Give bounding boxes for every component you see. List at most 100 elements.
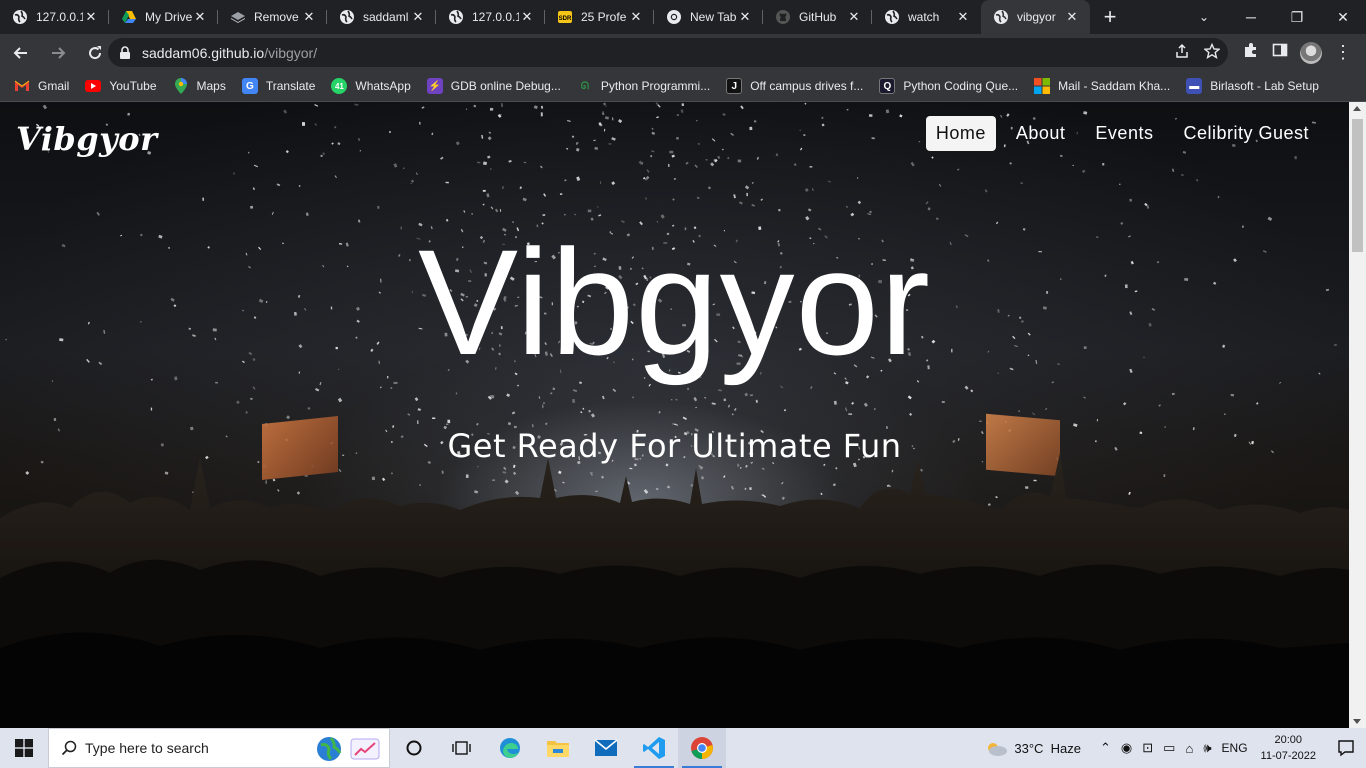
weather-widget[interactable]: 33°C Haze [984,739,1081,757]
clock[interactable]: 20:00 11-07-2022 [1261,732,1316,764]
arrow-left-icon [13,46,27,59]
notification-icon [1338,740,1354,757]
bookmark-translate[interactable]: G Translate [241,78,315,94]
menu-kebab-icon[interactable]: ⋮ [1334,42,1352,63]
close-tab-icon[interactable]: ✕ [192,9,208,25]
bookmark-label: Python Programmi... [600,79,711,93]
close-tab-icon[interactable]: ✕ [628,9,644,25]
bookmark-whatsapp[interactable]: 41 WhatsApp [331,78,411,94]
start-button[interactable] [0,728,48,768]
notifications-button[interactable] [1326,739,1366,757]
profile-avatar[interactable] [1300,41,1322,64]
url-host: saddam06.github.io [142,44,265,61]
close-tab-icon[interactable]: ✕ [955,9,971,25]
hero-subtitle: Get Ready For Ultimate Fun [447,427,902,465]
back-button[interactable] [5,37,37,69]
edge-icon [500,738,520,758]
edge-button[interactable] [486,728,534,768]
bookmark-label: GDB online Debug... [450,79,561,93]
browser-tab[interactable]: New Tab ✕ [654,0,763,34]
gdb-icon: ⚡ [426,78,443,94]
page-scrollbar[interactable] [1349,102,1366,728]
tab-title: 127.0.0.1 [472,10,519,24]
minimize-button[interactable]: ─ [1228,0,1274,34]
close-tab-icon[interactable]: ✕ [301,9,317,25]
forward-button[interactable] [42,37,74,69]
reload-button[interactable] [79,37,111,69]
network-icon[interactable]: ⌂ [1185,741,1193,756]
new-tab-button[interactable]: + [1090,0,1130,34]
bookmark-gdb[interactable]: ⚡ GDB online Debug... [426,78,561,94]
bookmark-gmail[interactable]: Gmail [14,78,69,94]
close-tab-icon[interactable]: ✕ [846,9,862,25]
bookmark-python-programming[interactable]: ᘏ Python Programmi... [577,78,711,94]
close-tab-icon[interactable]: ✕ [83,9,99,25]
bookmark-label: Maps [196,79,226,93]
globe-icon [993,9,1009,25]
scroll-up-icon[interactable] [1353,106,1361,111]
share-icon[interactable] [1174,43,1190,62]
browser-toolbar: saddam06.github.io/vibgyor/ ⋮ [0,34,1366,71]
search-icon [61,740,77,756]
close-window-button[interactable]: ✕ [1320,0,1366,34]
close-tab-icon[interactable]: ✕ [1064,9,1080,25]
bookmark-mail[interactable]: Mail - Saddam Kha... [1034,78,1170,94]
record-icon[interactable]: ◉ [1121,740,1132,756]
bookmark-maps[interactable]: Maps [173,78,226,94]
globe-icon [448,9,464,25]
j-icon: J [726,78,743,94]
browser-tab[interactable]: saddaml ✕ [327,0,436,34]
close-tab-icon[interactable]: ✕ [519,9,535,25]
browser-tab[interactable]: watch ✕ [872,0,981,34]
haze-weather-icon [988,743,1008,756]
scrollbar-thumb[interactable] [1352,119,1363,252]
tab-title: saddaml [363,10,409,24]
bookmark-off-campus[interactable]: J Off campus drives f... [726,78,863,94]
browser-tab[interactable]: SDR 25 Profe ✕ [545,0,654,34]
bookmark-star-icon[interactable] [1203,42,1221,62]
restore-button[interactable]: ❐ [1274,0,1320,34]
site-logo[interactable]: Vibgyor [16,120,157,158]
chrome-icon [691,737,713,759]
mail-button[interactable] [582,728,630,768]
chevron-up-icon[interactable]: ⌃ [1100,740,1111,756]
side-panel-icon[interactable] [1272,42,1288,63]
language-indicator[interactable]: ENG [1222,741,1248,755]
browser-tab-active[interactable]: vibgyor ✕ [981,0,1090,34]
close-tab-icon[interactable]: ✕ [410,9,426,25]
battery-icon[interactable]: ▭ [1163,740,1175,756]
taskbar-search[interactable]: Type here to search [48,728,390,768]
extensions-icon[interactable] [1242,41,1260,64]
sdr-icon: SDR [557,9,573,25]
close-tab-icon[interactable]: ✕ [737,9,753,25]
meet-now-icon[interactable]: ⊡ [1142,740,1153,756]
bookmark-birlasoft[interactable]: ▬ Birlasoft - Lab Setup [1186,78,1319,94]
nav-about[interactable]: About [1006,116,1076,151]
browser-tab[interactable]: 127.0.0.1 ✕ [436,0,545,34]
vscode-button[interactable] [630,728,678,768]
bookmark-python-coding[interactable]: Q Python Coding Que... [879,78,1018,94]
nav-home[interactable]: Home [925,116,996,151]
nav-celebrity-guest[interactable]: Celibrity Guest [1173,116,1319,151]
address-bar[interactable]: saddam06.github.io/vibgyor/ [108,38,1228,67]
volume-icon[interactable]: 🕪 [1203,740,1211,756]
task-view-button[interactable] [438,728,486,768]
site-navbar: Home About Events Celibrity Guest [916,116,1319,151]
browser-tab[interactable]: Remove ✕ [218,0,327,34]
browser-tab[interactable]: GitHub ✕ [763,0,872,34]
url-path: /vibgyor/ [264,44,318,61]
browser-tab[interactable]: 127.0.0.1 ✕ [0,0,109,34]
nav-events[interactable]: Events [1085,116,1163,151]
chrome-button[interactable] [678,728,726,768]
file-explorer-button[interactable] [534,728,582,768]
reload-icon [89,45,102,59]
arrow-right-icon [52,46,66,59]
bookmark-youtube[interactable]: YouTube [85,78,157,94]
tab-title: vibgyor [1017,10,1056,24]
globe-icon [339,9,355,25]
cortana-button[interactable] [390,728,438,768]
browser-tab[interactable]: My Drive ✕ [109,0,218,34]
bookmark-label: Python Coding Que... [903,79,1019,93]
scroll-down-icon[interactable] [1353,719,1361,724]
tab-search-icon[interactable]: ⌄ [1192,0,1216,34]
